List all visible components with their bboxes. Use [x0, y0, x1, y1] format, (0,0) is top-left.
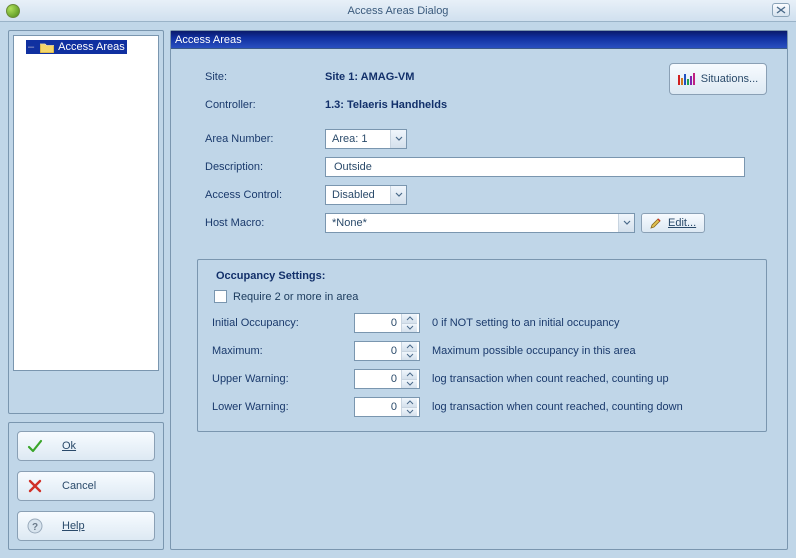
action-buttons: Ok Cancel ? Help — [8, 422, 164, 550]
tree-expand-icon[interactable]: – — [28, 41, 34, 53]
tree-item-access-areas[interactable]: – Access Areas — [26, 40, 127, 54]
controller-value: 1.3: Telaeris Handhelds — [325, 99, 447, 111]
occupancy-fieldset: Occupancy Settings: Require 2 or more in… — [197, 259, 767, 432]
cancel-button[interactable]: Cancel — [17, 471, 155, 501]
maximum-help: Maximum possible occupancy in this area — [432, 345, 752, 357]
upper-warning-help: log transaction when count reached, coun… — [432, 373, 752, 385]
occupancy-legend: Occupancy Settings: — [212, 270, 329, 282]
app-icon — [6, 4, 20, 18]
spin-up-icon[interactable] — [402, 370, 417, 380]
lower-warning-input[interactable] — [355, 400, 401, 414]
cancel-label: Cancel — [62, 480, 146, 492]
tree-view[interactable]: – Access Areas — [13, 35, 159, 371]
help-icon: ? — [26, 517, 44, 535]
spin-down-icon[interactable] — [402, 380, 417, 389]
situations-icon — [678, 73, 695, 85]
site-value: Site 1: AMAG-VM — [325, 71, 414, 83]
access-control-label: Access Control: — [205, 189, 325, 201]
edit-button[interactable]: Edit... — [641, 213, 705, 233]
site-label: Site: — [205, 71, 325, 83]
initial-occupancy-input[interactable] — [355, 316, 401, 330]
situations-button[interactable]: Situations... — [669, 63, 767, 95]
spin-down-icon[interactable] — [402, 408, 417, 417]
chevron-down-icon — [390, 130, 406, 148]
require-checkbox[interactable] — [214, 290, 227, 303]
spin-up-icon[interactable] — [402, 398, 417, 408]
chevron-down-icon — [618, 214, 634, 232]
require-label: Require 2 or more in area — [233, 291, 358, 303]
initial-occupancy-help: 0 if NOT setting to an initial occupancy — [432, 317, 752, 329]
window-title: Access Areas Dialog — [0, 5, 796, 17]
area-number-value: Area: 1 — [332, 133, 367, 145]
upper-warning-label: Upper Warning: — [212, 373, 342, 385]
maximum-label: Maximum: — [212, 345, 342, 357]
description-label: Description: — [205, 161, 325, 173]
lower-warning-spinner[interactable] — [354, 397, 420, 417]
help-button[interactable]: ? Help — [17, 511, 155, 541]
chevron-down-icon — [390, 186, 406, 204]
description-field[interactable] — [332, 160, 738, 174]
host-macro-value: *None* — [332, 217, 367, 229]
help-label: Help — [62, 520, 146, 532]
svg-text:?: ? — [32, 522, 38, 533]
description-input[interactable] — [325, 157, 745, 177]
ok-label: Ok — [62, 440, 146, 452]
host-macro-select[interactable]: *None* — [325, 213, 635, 233]
upper-warning-input[interactable] — [355, 372, 401, 386]
spin-down-icon[interactable] — [402, 324, 417, 333]
initial-occupancy-label: Initial Occupancy: — [212, 317, 342, 329]
folder-icon — [40, 42, 54, 53]
situations-label: Situations... — [701, 73, 758, 85]
access-control-value: Disabled — [332, 189, 375, 201]
edit-label: Edit... — [668, 217, 696, 229]
controller-label: Controller: — [205, 99, 325, 111]
area-number-label: Area Number: — [205, 133, 325, 145]
pencil-icon — [650, 217, 662, 229]
close-icon[interactable] — [772, 3, 790, 17]
ok-button[interactable]: Ok — [17, 431, 155, 461]
check-icon — [26, 437, 44, 455]
panel-header: Access Areas — [171, 31, 787, 49]
lower-warning-label: Lower Warning: — [212, 401, 342, 413]
spin-down-icon[interactable] — [402, 352, 417, 361]
lower-warning-help: log transaction when count reached, coun… — [432, 401, 752, 413]
maximum-spinner[interactable] — [354, 341, 420, 361]
access-control-select[interactable]: Disabled — [325, 185, 407, 205]
tree-item-label: Access Areas — [58, 41, 125, 53]
spin-up-icon[interactable] — [402, 314, 417, 324]
x-icon — [26, 477, 44, 495]
upper-warning-spinner[interactable] — [354, 369, 420, 389]
spin-up-icon[interactable] — [402, 342, 417, 352]
initial-occupancy-spinner[interactable] — [354, 313, 420, 333]
host-macro-label: Host Macro: — [205, 217, 325, 229]
area-number-select[interactable]: Area: 1 — [325, 129, 407, 149]
maximum-input[interactable] — [355, 344, 401, 358]
title-bar: Access Areas Dialog — [0, 0, 796, 22]
